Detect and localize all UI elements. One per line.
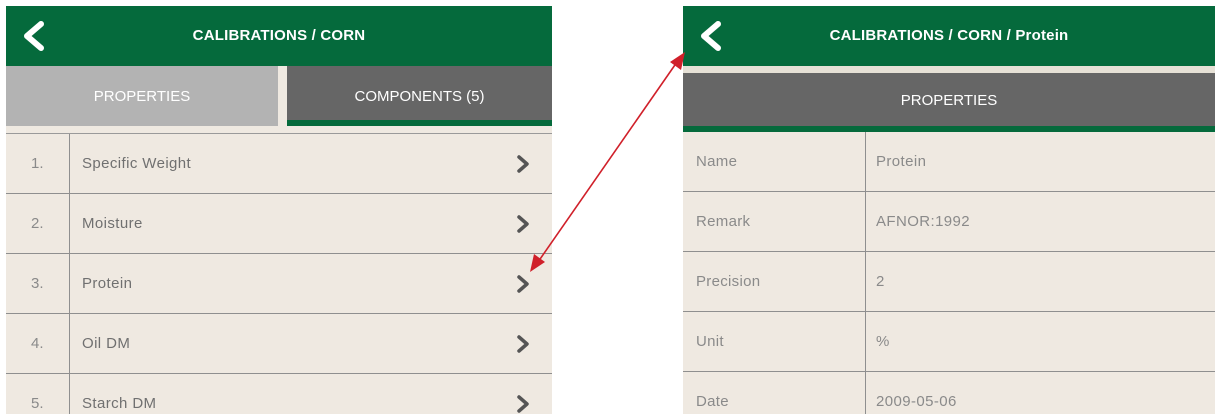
property-key: Unit xyxy=(683,312,866,371)
property-value: 2 xyxy=(876,273,885,290)
list-item-moisture[interactable]: 2. Moisture xyxy=(6,194,552,254)
list-item-label: Starch DM xyxy=(82,395,157,412)
property-value: 2009-05-06 xyxy=(876,393,957,410)
chevron-right-icon xyxy=(516,394,530,414)
tab-components[interactable]: COMPONENTS (5) xyxy=(287,66,552,126)
list-item-index: 3. xyxy=(6,254,70,313)
list-item-index: 1. xyxy=(6,134,70,193)
list-item-index: 2. xyxy=(6,194,70,253)
list-item-label: Oil DM xyxy=(82,335,131,352)
chevron-right-icon xyxy=(516,334,530,354)
header-divider xyxy=(683,66,1215,73)
components-list: 1. Specific Weight 2. Moisture 3. Protei… xyxy=(6,133,552,414)
property-row-unit: Unit % xyxy=(683,312,1215,372)
section-title: PROPERTIES xyxy=(683,73,1215,126)
list-item-specific-weight[interactable]: 1. Specific Weight xyxy=(6,134,552,194)
property-row-remark: Remark AFNOR:1992 xyxy=(683,192,1215,252)
properties-table: Name Protein Remark AFNOR:1992 Precision… xyxy=(683,132,1215,414)
property-key: Remark xyxy=(683,192,866,251)
property-row-date: Date 2009-05-06 xyxy=(683,372,1215,414)
list-item-oil-dm[interactable]: 4. Oil DM xyxy=(6,314,552,374)
property-value: Protein xyxy=(876,153,927,170)
list-item-label: Moisture xyxy=(82,215,143,232)
property-key: Name xyxy=(683,132,866,191)
page-title: CALIBRATIONS / CORN / Protein xyxy=(829,27,1069,44)
active-tab-indicator xyxy=(287,120,552,126)
component-properties-screen: CALIBRATIONS / CORN / Protein PROPERTIES… xyxy=(683,6,1215,414)
list-item-index: 4. xyxy=(6,314,70,373)
property-value: % xyxy=(876,333,890,350)
list-item-label: Protein xyxy=(82,275,133,292)
property-row-name: Name Protein xyxy=(683,132,1215,192)
property-value: AFNOR:1992 xyxy=(876,213,971,230)
chevron-right-icon xyxy=(516,274,530,294)
list-item-protein[interactable]: 3. Protein xyxy=(6,254,552,314)
list-item-starch-dm[interactable]: 5. Starch DM xyxy=(6,374,552,414)
property-row-precision: Precision 2 xyxy=(683,252,1215,312)
chevron-right-icon xyxy=(516,214,530,234)
tab-properties[interactable]: PROPERTIES xyxy=(6,66,278,126)
app-header: CALIBRATIONS / CORN / Protein xyxy=(683,6,1215,66)
chevron-right-icon xyxy=(516,154,530,174)
tab-divider xyxy=(278,66,287,126)
calibration-components-screen: CALIBRATIONS / CORN PROPERTIES COMPONENT… xyxy=(6,6,552,414)
list-item-index: 5. xyxy=(6,374,70,414)
page-title: CALIBRATIONS / CORN xyxy=(192,27,366,44)
property-key: Date xyxy=(683,372,866,414)
list-item-label: Specific Weight xyxy=(82,155,192,172)
property-key: Precision xyxy=(683,252,866,311)
app-header: CALIBRATIONS / CORN xyxy=(6,6,552,66)
